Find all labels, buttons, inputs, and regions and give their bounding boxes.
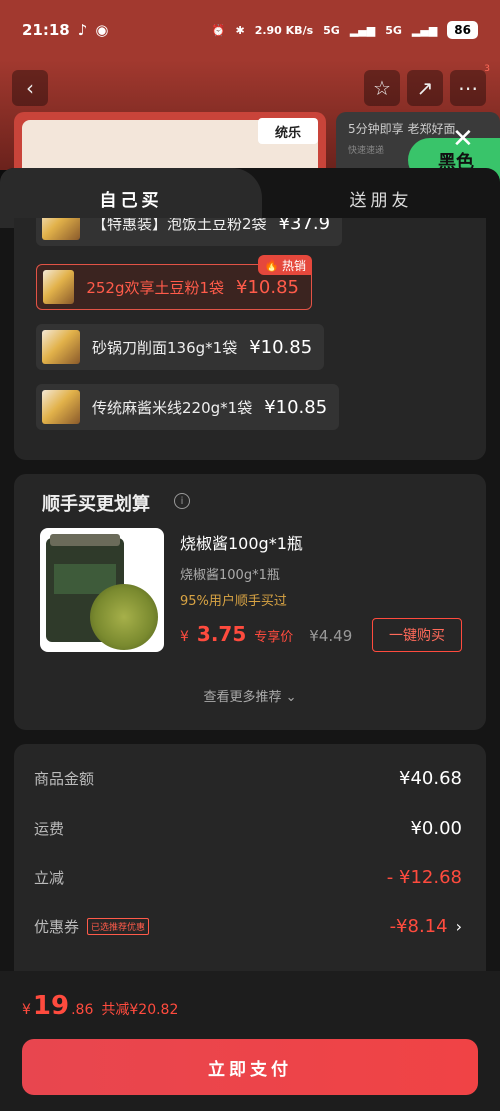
info-icon[interactable]: i bbox=[174, 493, 190, 509]
recommendation-product-image[interactable] bbox=[40, 528, 164, 652]
discount-row: 立减 - ¥12.68 bbox=[34, 862, 462, 892]
recommendation-panel: 顺手买更划算 i 烧椒酱100g*1瓶 烧椒酱100g*1瓶 95%用户顺手买过… bbox=[14, 474, 486, 730]
goods-amount-row: 商品金额 ¥40.68 bbox=[34, 763, 462, 793]
chevron-left-icon: ‹ bbox=[26, 76, 34, 100]
fire-icon: 🔥 bbox=[264, 258, 279, 272]
more-recommendations-label: 查看更多推荐 bbox=[203, 690, 282, 705]
variant-price: ¥37.9 bbox=[278, 218, 331, 234]
variant-price: ¥10.85 bbox=[236, 276, 299, 298]
bluetooth-icon: ✱ bbox=[235, 23, 245, 37]
signal-icon-2: ▂▄▆ bbox=[411, 23, 438, 37]
more-icon: ⋯ bbox=[458, 76, 478, 100]
variant-thumbnail bbox=[42, 390, 80, 424]
variant-thumbnail bbox=[42, 330, 80, 364]
hot-badge-label: 热销 bbox=[281, 258, 306, 273]
variant-option[interactable]: 【特惠装】泡饭土豆粉2袋 ¥37.9 bbox=[36, 218, 343, 246]
variant-price: ¥10.85 bbox=[264, 396, 328, 418]
coupon-chip: 已选推荐优惠 bbox=[87, 917, 150, 935]
more-badge: 3 bbox=[484, 64, 490, 74]
price-value: 3.75 bbox=[196, 622, 247, 646]
coupon-label: 优惠券 bbox=[34, 917, 80, 936]
recommendation-spec: 烧椒酱100g*1瓶 bbox=[180, 568, 280, 583]
discount-label: 立减 bbox=[34, 868, 65, 887]
variant-label: 传统麻酱米线220g*1袋 bbox=[92, 398, 253, 417]
hot-badge: 🔥 热销 bbox=[258, 255, 312, 275]
tiktok-icon: ♪ bbox=[77, 21, 88, 39]
variant-label: 【特惠装】泡饭土豆粉2袋 bbox=[92, 218, 267, 233]
signal-5g-2: 5G bbox=[385, 23, 402, 37]
total-integer: 19 bbox=[32, 991, 70, 1021]
banner-brand: 统乐 bbox=[258, 118, 318, 144]
one-click-buy-button[interactable]: 一键购买 bbox=[372, 618, 462, 652]
variant-label: 252g欢享土豆粉1袋 bbox=[86, 278, 225, 297]
favorite-button[interactable]: ☆ bbox=[364, 70, 400, 106]
total-price: ¥ 19 .86 共减¥20.82 bbox=[22, 991, 178, 1021]
net-speed: 2.90 KB/s bbox=[254, 23, 314, 37]
recommendation-note: 95%用户顺手买过 bbox=[180, 594, 287, 609]
alarm-icon: ⏰ bbox=[211, 23, 226, 37]
close-icon: ✕ bbox=[452, 124, 474, 154]
share-button[interactable]: ↗ bbox=[407, 70, 443, 106]
total-currency: ¥ bbox=[22, 1002, 31, 1018]
chevron-down-icon: ⌄ bbox=[285, 690, 297, 705]
price-tag: 专享价 bbox=[254, 630, 294, 645]
checkout-bar: ¥ 19 .86 共减¥20.82 立即支付 bbox=[0, 971, 500, 1111]
price-currency: ¥ bbox=[180, 629, 189, 645]
status-bar: 21:18 ♪ ◉ ⏰ ✱ 2.90 KB/s 5G ▂▄▆ 5G ▂▄▆ 86 bbox=[0, 0, 500, 60]
close-sheet-button[interactable]: ✕ bbox=[452, 124, 474, 154]
signal-icon: ▂▄▆ bbox=[349, 23, 376, 37]
shipping-value: ¥0.00 bbox=[410, 817, 462, 839]
status-time: 21:18 bbox=[22, 21, 70, 39]
variant-option[interactable]: 传统麻酱米线220g*1袋 ¥10.85 bbox=[36, 384, 340, 430]
share-icon: ↗ bbox=[416, 76, 434, 100]
more-button[interactable]: ⋯ 3 bbox=[450, 64, 490, 106]
recommendation-price: ¥ 3.75 专享价 ¥4.49 bbox=[180, 622, 352, 646]
recommendation-name: 烧椒酱100g*1瓶 bbox=[180, 534, 303, 553]
variant-label: 砂锅刀削面136g*1袋 bbox=[92, 338, 238, 357]
star-icon: ☆ bbox=[373, 76, 391, 100]
discount-value: - ¥12.68 bbox=[386, 866, 462, 888]
coupon-row[interactable]: 优惠券 已选推荐优惠 -¥8.14 › bbox=[34, 911, 462, 941]
variant-thumbnail bbox=[42, 218, 80, 240]
battery-indicator: 86 bbox=[447, 21, 478, 39]
goods-value: ¥40.68 bbox=[399, 767, 462, 789]
shipping-label: 运费 bbox=[34, 819, 65, 838]
total-saved: 共减¥20.82 bbox=[101, 1002, 179, 1018]
back-button[interactable]: ‹ bbox=[12, 70, 48, 106]
signal-5g-1: 5G bbox=[323, 23, 340, 37]
variant-list: 【特惠装】泡饭土豆粉2袋 ¥37.9 252g欢享土豆粉1袋 ¥10.85 🔥 … bbox=[14, 218, 486, 460]
variant-price: ¥10.85 bbox=[249, 336, 313, 358]
chevron-right-icon: › bbox=[455, 916, 462, 936]
total-decimal: .86 bbox=[71, 1002, 94, 1018]
app-notification-icon: ◉ bbox=[95, 21, 109, 39]
pay-now-button[interactable]: 立即支付 bbox=[22, 1039, 478, 1095]
variant-option-selected[interactable]: 252g欢享土豆粉1袋 ¥10.85 🔥 热销 bbox=[36, 255, 312, 310]
coupon-value: -¥8.14 bbox=[389, 915, 448, 937]
purchase-sheet: 自己买 送朋友 【特惠装】泡饭土豆粉2袋 ¥37.9 252g欢享土豆粉1袋 ¥… bbox=[0, 168, 500, 1111]
jar-lid bbox=[50, 534, 120, 546]
recommendation-title: 顺手买更划算 bbox=[42, 494, 150, 515]
old-price: ¥4.49 bbox=[309, 627, 353, 645]
more-recommendations-link[interactable]: 查看更多推荐 ⌄ bbox=[14, 686, 486, 705]
variant-option[interactable]: 砂锅刀削面136g*1袋 ¥10.85 bbox=[36, 324, 325, 370]
variant-thumbnail bbox=[43, 270, 75, 304]
sauce-bowl bbox=[90, 584, 158, 650]
goods-label: 商品金额 bbox=[34, 769, 95, 788]
shipping-row: 运费 ¥0.00 bbox=[34, 813, 462, 843]
